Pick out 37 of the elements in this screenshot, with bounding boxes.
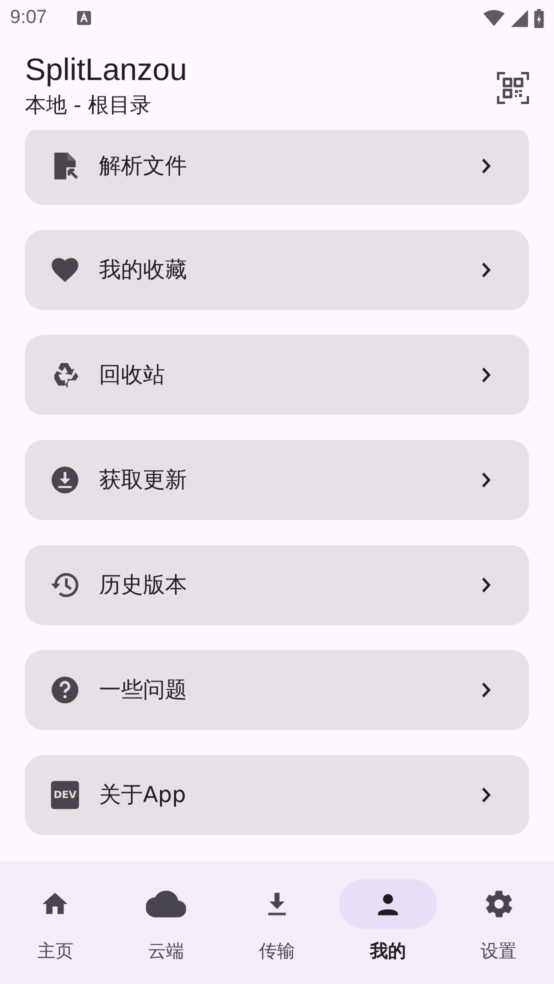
- battery-icon: [534, 8, 544, 28]
- menu-label: 我的收藏: [99, 257, 188, 285]
- nav-tab[interactable]: 我的: [332, 879, 444, 984]
- menu-card[interactable]: 历史版本: [25, 545, 529, 625]
- menu-card[interactable]: 一些问题: [25, 650, 529, 730]
- notification-icon: [76, 11, 91, 25]
- menu-card[interactable]: DEV 关于App: [25, 755, 529, 835]
- menu-label: 获取更新: [99, 467, 188, 495]
- menu-card[interactable]: 我的收藏: [25, 230, 529, 310]
- qr-scan-icon[interactable]: [497, 72, 529, 104]
- menu-card[interactable]: 回收站: [25, 335, 529, 415]
- chevron-right-icon: [481, 682, 491, 698]
- location-subtitle: 本地 - 根目录: [25, 92, 152, 119]
- help-icon: [49, 674, 81, 706]
- chevron-right-icon: [481, 367, 491, 383]
- menu-label: 回收站: [99, 362, 166, 390]
- signal-icon: [511, 10, 528, 26]
- wifi-icon: [483, 10, 505, 26]
- menu-label: 一些问题: [99, 677, 188, 705]
- nav-tab[interactable]: 云端: [110, 879, 222, 984]
- chevron-right-icon: [481, 262, 491, 278]
- app-title: SplitLanzou: [25, 51, 188, 89]
- chevron-right-icon: [481, 158, 491, 174]
- dev-badge-icon: DEV: [51, 781, 79, 809]
- chevron-right-icon: [481, 472, 491, 488]
- download-icon: [49, 464, 81, 496]
- status-time: 9:07: [10, 7, 47, 29]
- nav-tab[interactable]: 主页: [0, 879, 111, 984]
- nav-tab[interactable]: 设置: [443, 879, 554, 984]
- chevron-right-icon: [481, 577, 491, 593]
- menu-label: 关于App: [99, 782, 187, 810]
- menu-label: 历史版本: [99, 572, 188, 600]
- menu-card[interactable]: 获取更新: [25, 440, 529, 520]
- nav-tab[interactable]: 传输: [222, 879, 332, 984]
- menu-label: 解析文件: [99, 152, 188, 180]
- menu-card[interactable]: 解析文件: [25, 130, 529, 205]
- chevron-right-icon: [481, 787, 491, 803]
